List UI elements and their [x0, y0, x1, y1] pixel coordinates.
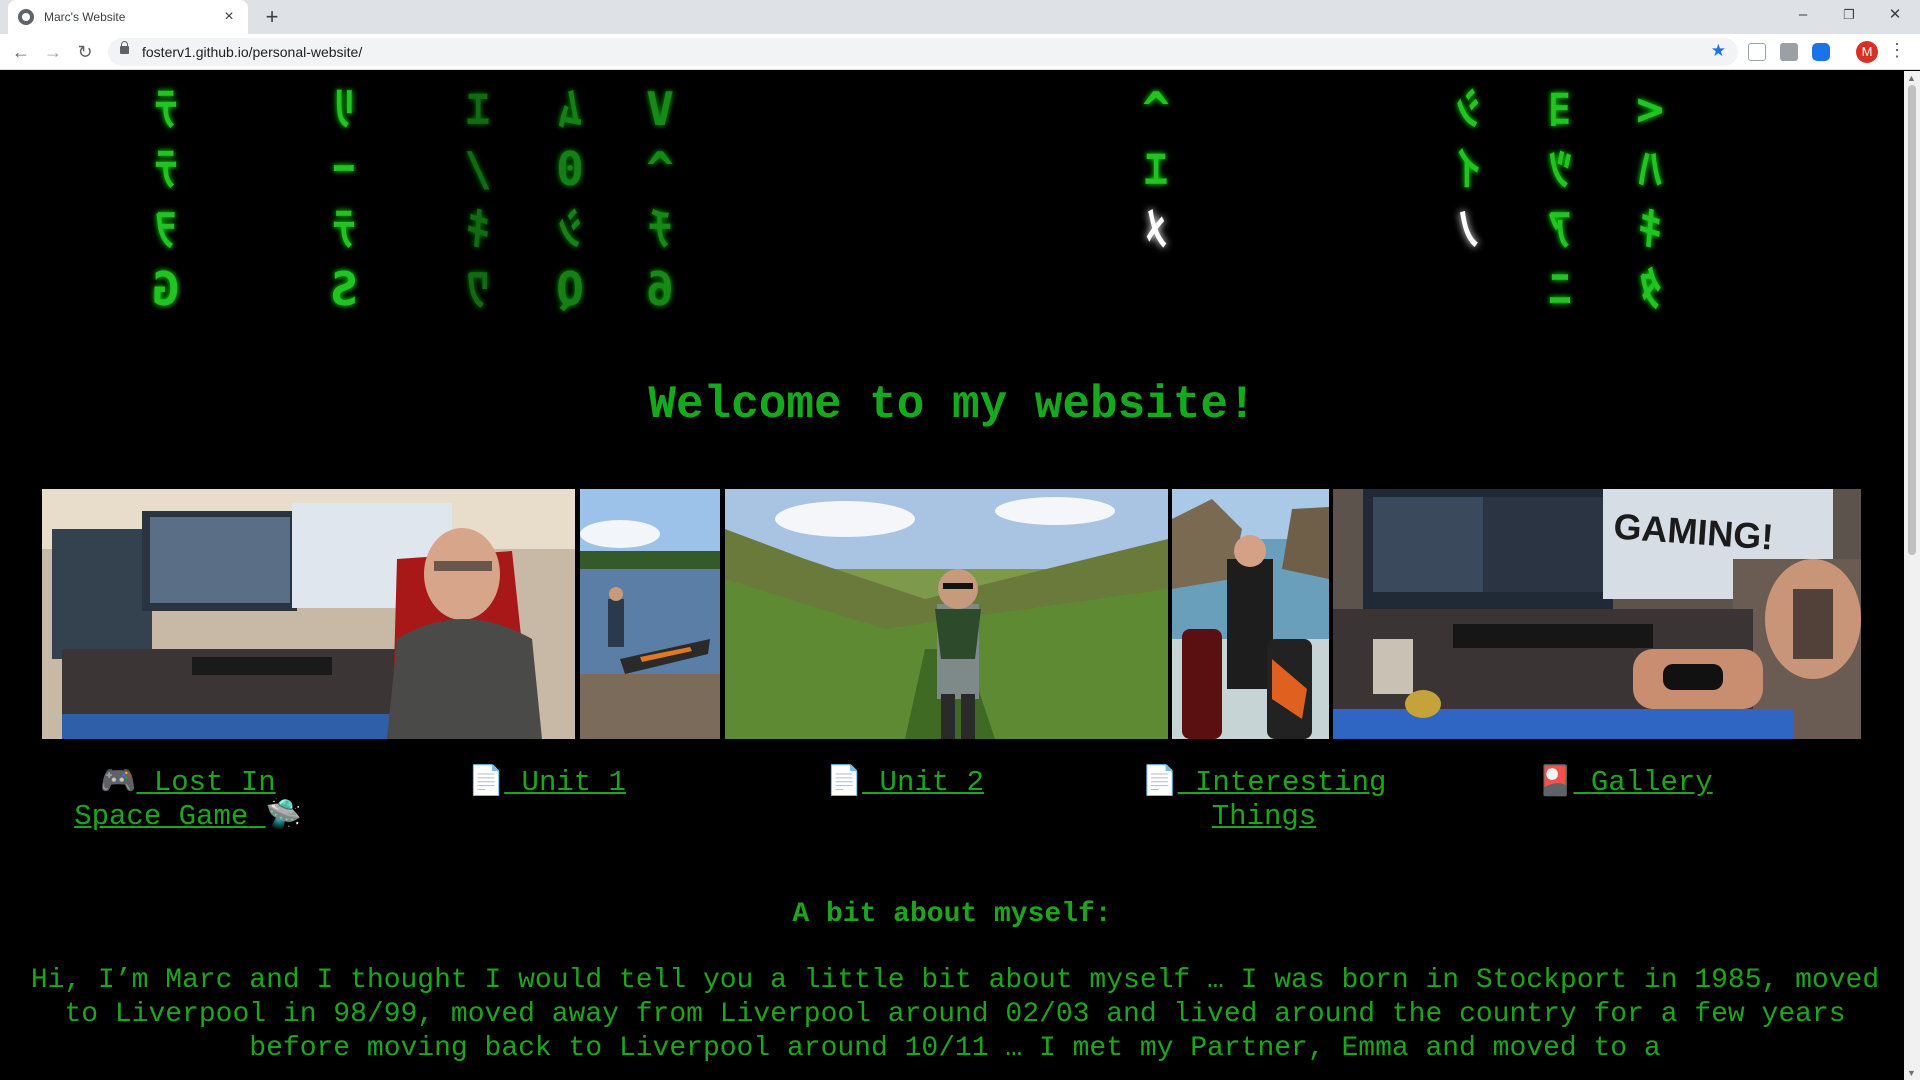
rain-glyph: Q — [556, 262, 584, 316]
extension-icon[interactable] — [1780, 43, 1798, 61]
rain-glyph: ﾉ — [1456, 202, 1480, 256]
rain-glyph: ﾆ — [1548, 262, 1572, 316]
rain-glyph: / — [464, 142, 492, 196]
url-text[interactable]: fosterv1.github.io/personal-website/ — [142, 44, 362, 60]
link-label: Gallery — [1590, 766, 1713, 799]
matrix-rain-column: ﾃ ﾃ ｦ G — [146, 79, 186, 319]
matrix-rain-column: < ﾊ ｷ ﾀ — [1630, 79, 1670, 319]
link-label: Interesting Things — [1195, 766, 1387, 833]
gallery-link[interactable]: 🎴 Gallery — [1530, 766, 1720, 800]
rain-glyph: ﾃ — [154, 142, 178, 196]
browser-toolbar: ← → ↻ fosterv1.github.io/personal-websit… — [0, 34, 1920, 70]
scrollbar-thumb[interactable] — [1908, 85, 1916, 555]
gaming-setup-photo: GAMING! — [1333, 489, 1861, 739]
rain-glyph: ^ — [646, 142, 674, 196]
lock-icon[interactable] — [120, 41, 129, 54]
document-icon: 📄 — [826, 766, 863, 799]
game-controller-icon: 🎮 — [100, 766, 137, 799]
link-label: Unit 1 — [521, 766, 626, 799]
flying-saucer-icon: 🛸 — [265, 800, 302, 833]
rain-glyph: ﾊ — [1638, 142, 1662, 196]
matrix-rain-column: ^ ｴ ﾒ — [1136, 79, 1176, 259]
bodyboarder-on-beach-photo — [1172, 489, 1329, 739]
rain-glyph: ｼ — [1456, 82, 1480, 136]
back-button[interactable]: ← — [8, 39, 34, 65]
matrix-rain-column: ｼ ｲ ﾉ — [1448, 79, 1488, 259]
link-label: Unit 2 — [879, 766, 984, 799]
rain-glyph: ｴ — [466, 82, 490, 136]
rain-glyph: ｷ — [466, 202, 490, 256]
about-paragraph: Hi, I’m Marc and I thought I would tell … — [30, 965, 1880, 1064]
rain-glyph: ﾖ — [1548, 82, 1572, 136]
restore-button[interactable]: ❐ — [1826, 0, 1872, 30]
rain-glyph: ﾂ — [1548, 142, 1572, 196]
rain-glyph: ﾀ — [1638, 262, 1662, 316]
tab-title: Marc's Website — [44, 10, 126, 24]
bookmark-star-icon[interactable]: ★ — [1711, 41, 1726, 61]
forward-button[interactable]: → — [40, 39, 66, 65]
rain-glyph: ﾁ — [648, 202, 672, 256]
matrix-rain-column: ﾘ ｰ ﾃ S — [324, 79, 364, 319]
rain-glyph: ﾒ — [1144, 202, 1168, 256]
unit-1-link[interactable]: 📄 Unit 1 — [462, 766, 632, 800]
kayak-on-lake-photo — [580, 489, 720, 739]
reload-button[interactable]: ↻ — [72, 39, 98, 65]
welcome-heading: Welcome to my website! — [648, 379, 1256, 431]
hiker-in-valley-photo — [725, 489, 1168, 739]
rain-glyph: S — [330, 262, 358, 316]
rain-glyph: ﾃ — [332, 202, 356, 256]
rain-glyph: ﾜ — [466, 262, 490, 316]
matrix-rain-column: V ^ ﾁ 6 — [640, 79, 680, 319]
gallery-card-icon: 🎴 — [1537, 766, 1574, 799]
close-window-button[interactable]: ✕ — [1872, 0, 1918, 30]
close-tab-icon[interactable]: × — [220, 8, 238, 26]
minimize-button[interactable]: – — [1780, 0, 1826, 30]
new-tab-button[interactable]: + — [258, 4, 286, 30]
matrix-rain-column: ｴ / ｷ ﾜ — [458, 79, 498, 319]
rain-glyph: ﾘ — [332, 82, 356, 136]
rain-glyph: 6 — [646, 262, 674, 316]
rain-glyph: 0 — [556, 142, 584, 196]
rain-glyph: V — [646, 82, 674, 136]
rain-glyph: ｴ — [1144, 142, 1168, 196]
rain-glyph: G — [152, 262, 180, 316]
rain-glyph: ﾃ — [154, 82, 178, 136]
extension-icon[interactable] — [1748, 43, 1766, 61]
document-icon: 📄 — [1141, 766, 1178, 799]
rain-glyph: < — [1636, 82, 1664, 136]
rain-glyph: ｦ — [154, 202, 178, 256]
browser-tab[interactable]: Marc's Website × — [8, 0, 248, 34]
rain-glyph: ｷ — [1638, 202, 1662, 256]
browser-menu-icon[interactable]: ⋮ — [1888, 40, 1906, 61]
globe-icon — [18, 9, 34, 25]
matrix-rain-column: ﾑ 0 ｼ Q — [550, 79, 590, 319]
address-bar[interactable]: fosterv1.github.io/personal-website/ ★ — [108, 38, 1738, 66]
rain-glyph: ﾑ — [558, 82, 582, 136]
zoom-extension-icon[interactable] — [1812, 43, 1830, 61]
lost-in-space-game-link[interactable]: 🎮 Lost In Space Game 🛸 — [68, 766, 308, 834]
scroll-down-arrow-icon[interactable]: ▼ — [1907, 1068, 1916, 1078]
vertical-scrollbar[interactable]: ▲ ▼ — [1904, 71, 1920, 1080]
rain-glyph: ^ — [1142, 82, 1170, 136]
profile-avatar[interactable]: M — [1856, 41, 1878, 63]
interesting-things-link[interactable]: 📄 Interesting Things — [1134, 766, 1394, 834]
document-icon: 📄 — [468, 766, 505, 799]
man-at-desk-photo — [42, 489, 575, 739]
about-heading: A bit about myself: — [792, 899, 1112, 930]
rain-glyph: ｰ — [332, 142, 356, 196]
scroll-up-arrow-icon[interactable]: ▲ — [1907, 73, 1916, 83]
rain-glyph: ｱ — [1548, 202, 1572, 256]
browser-tab-strip: Marc's Website × + – ❐ ✕ — [0, 0, 1920, 34]
matrix-rain-column: ﾖ ﾂ ｱ ﾆ — [1540, 79, 1580, 319]
unit-2-link[interactable]: 📄 Unit 2 — [820, 766, 990, 800]
rain-glyph: ｼ — [558, 202, 582, 256]
page-viewport: ﾃ ﾃ ｦ G ﾘ ｰ ﾃ S ｴ / ｷ ﾜ ﾑ 0 ｼ Q V ^ ﾁ 6 — [0, 71, 1904, 1080]
rain-glyph: ｲ — [1456, 142, 1480, 196]
